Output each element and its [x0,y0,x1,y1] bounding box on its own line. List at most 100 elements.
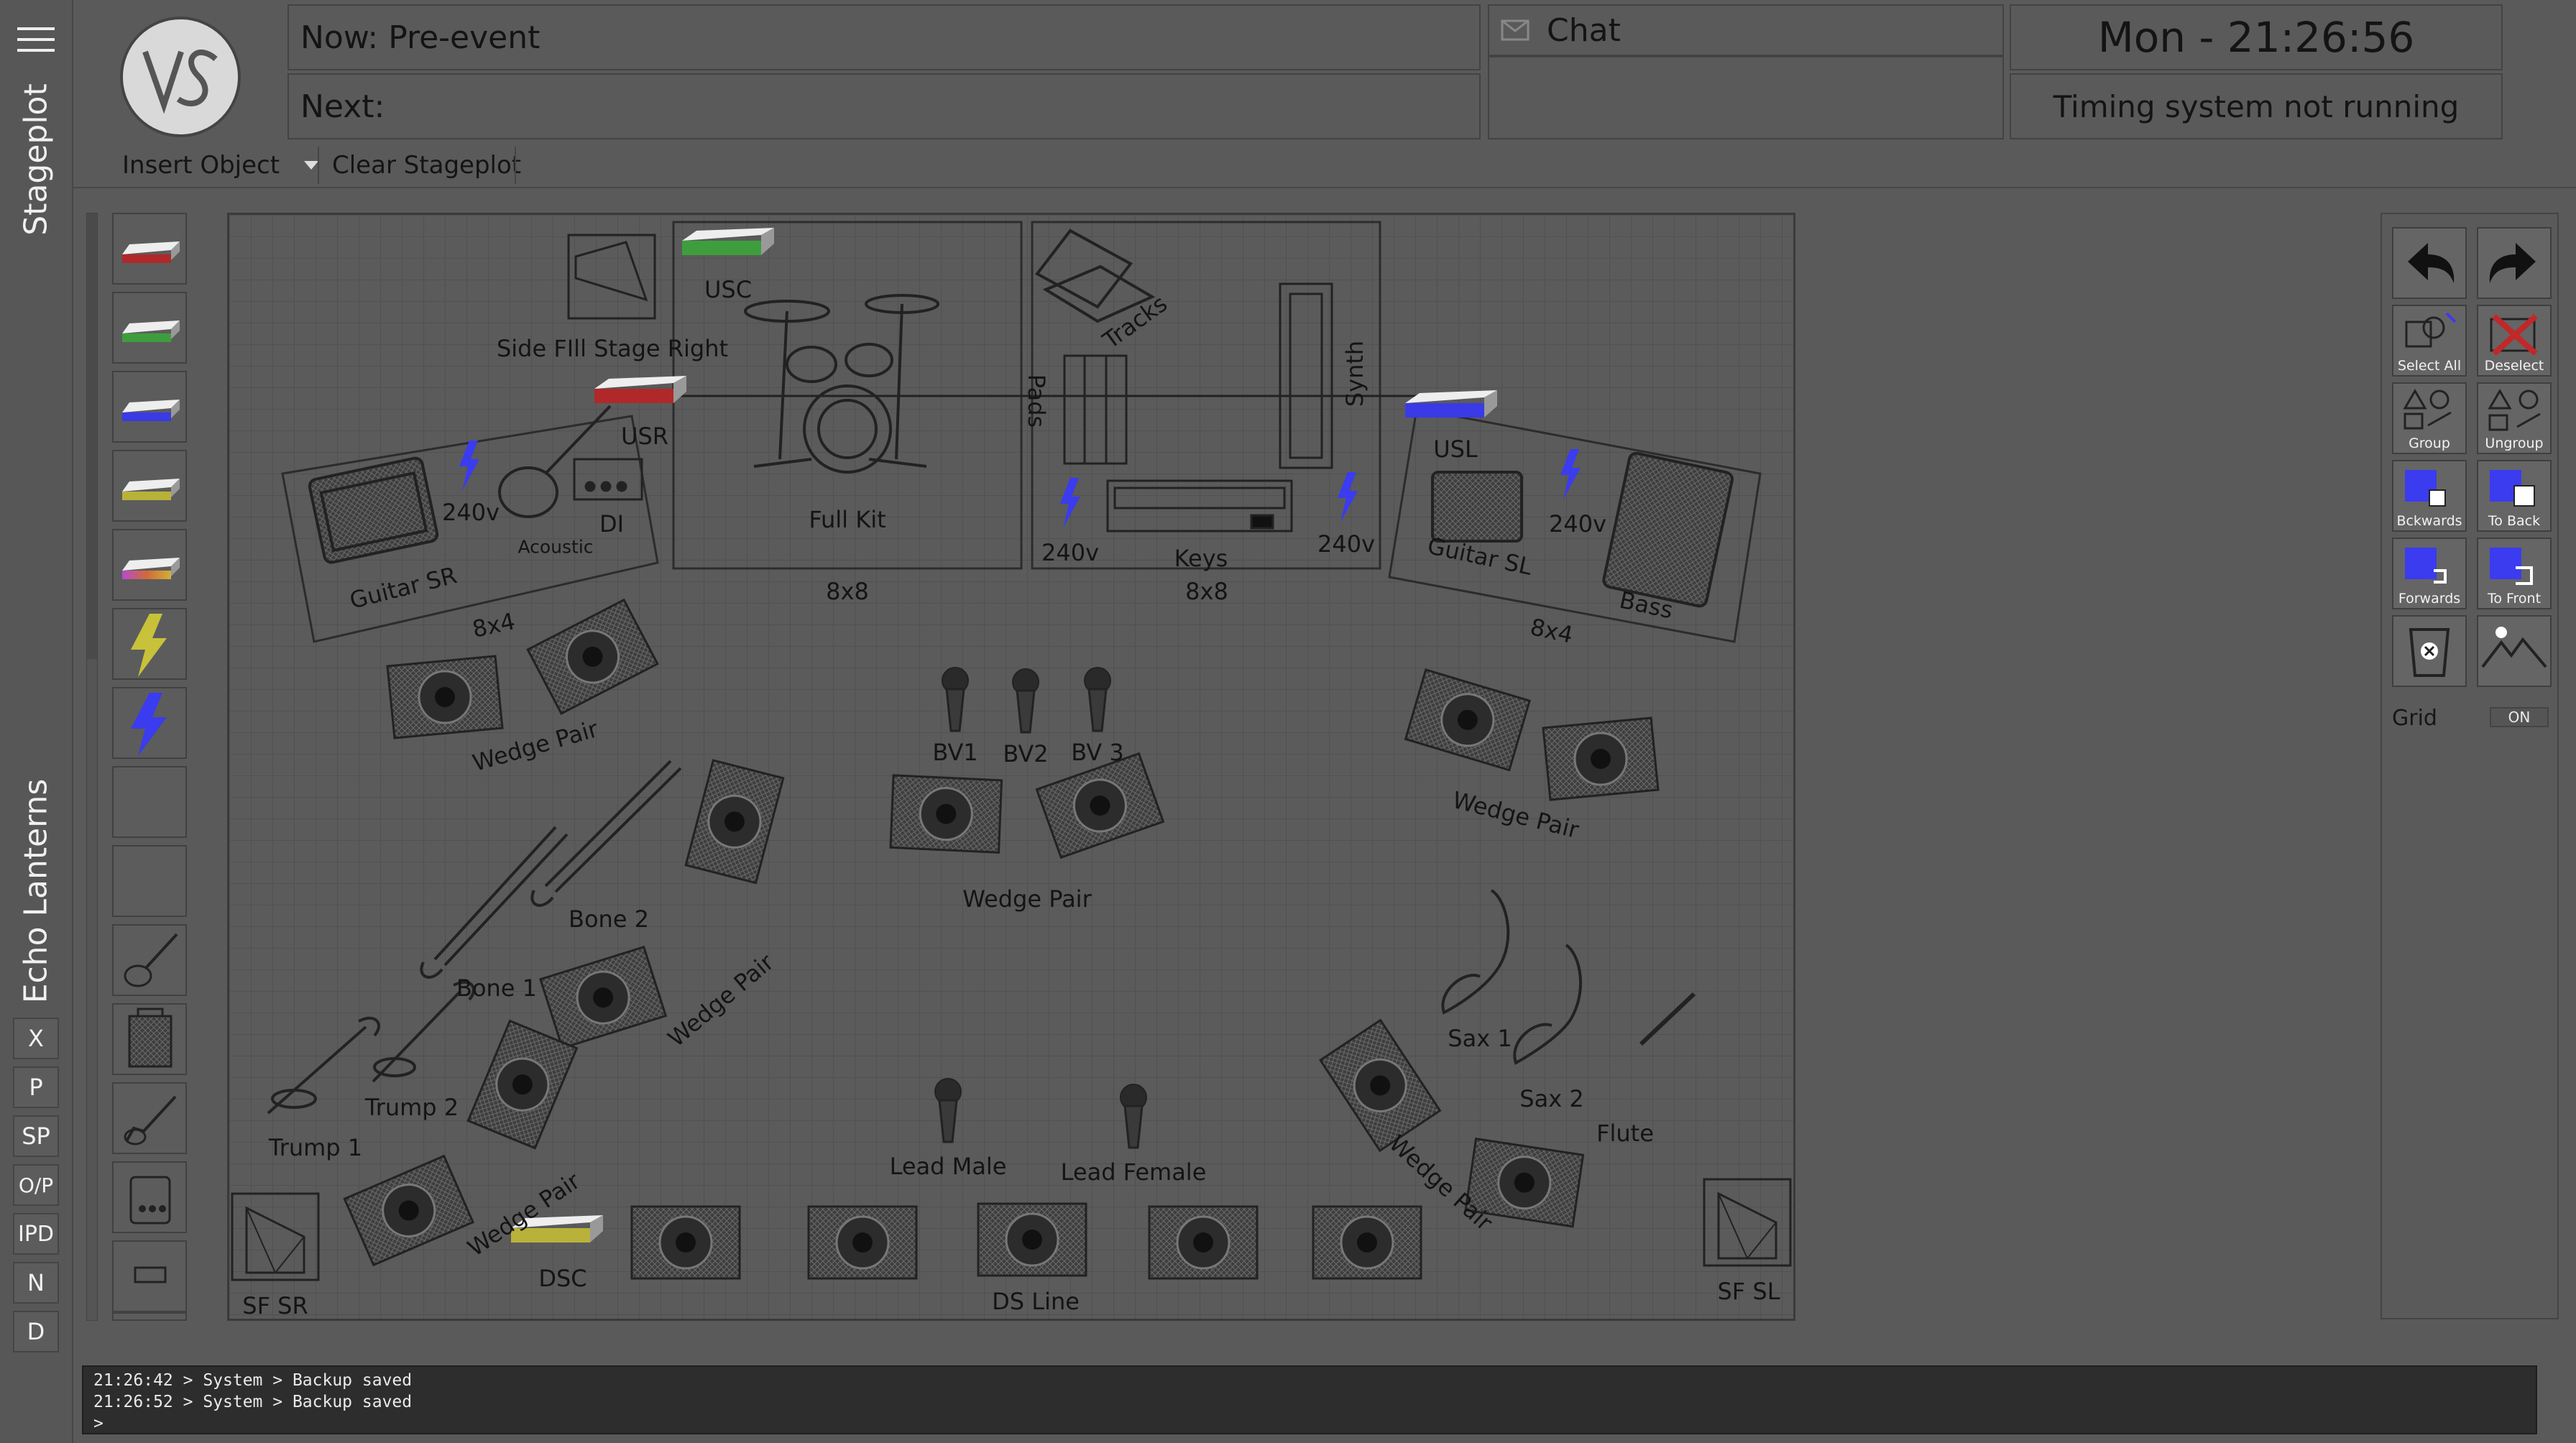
lead-female-mic-icon [1119,1083,1148,1149]
usr-stagebox [594,376,686,403]
full-kit-label: Full Kit [809,506,886,533]
console-line: 21:26:52 > System > Backup saved [93,1393,413,1411]
toolbar-divider [515,147,516,184]
deselect-label: Deselect [2484,358,2544,374]
insert-object-label: Insert Object [122,151,280,180]
sidebar-button-ipd[interactable]: IPD [13,1213,59,1255]
palette-stagebox-blue[interactable] [112,371,187,443]
bv2-mic-icon [1011,668,1040,734]
sf-sr-label: SF SR [242,1292,308,1319]
forwards-button[interactable]: Forwards [2392,538,2467,609]
palette-riser-8x8[interactable] [112,766,187,838]
flute-label: Flute [1596,1120,1654,1147]
power-icon [1338,472,1358,522]
group-button[interactable]: Group [2392,382,2467,454]
ds-line-label: DS Line [992,1288,1080,1315]
redo-button[interactable] [2477,227,2552,299]
bv3-mic-icon [1083,666,1112,732]
palette-acoustic-guitar-icon[interactable] [112,924,187,996]
grid-label: Grid [2392,706,2437,731]
power-label: 240v [1041,539,1100,566]
backwards-button[interactable]: Bckwards [2392,460,2467,532]
to-back-button[interactable]: To Back [2477,460,2552,532]
usc-stagebox [682,228,774,255]
ungroup-icon [2488,389,2541,431]
wedge-icon [675,752,794,891]
select-all-icon [2405,312,2457,348]
delete-button[interactable] [2392,615,2467,687]
group-icon [2403,389,2452,430]
sidebar-button-op[interactable]: O/P [13,1164,59,1206]
palette-di-box-icon[interactable] [112,1161,187,1233]
insert-object-button[interactable]: Insert Object [112,145,328,185]
clear-stageplot-button[interactable]: Clear Stageplot [322,145,531,185]
grid-toggle[interactable]: ON [2490,707,2549,727]
sax-2-icon [1513,944,1583,1065]
console-log[interactable]: 21:26:42 > System > Backup saved 21:26:5… [82,1365,2537,1434]
wedge-pair-label: Wedge Pair [962,885,1092,913]
lead-male-label: Lead Male [889,1153,1007,1180]
redo-icon [2489,243,2536,283]
synth-icon [1279,282,1333,469]
palette-stagebox-red[interactable] [112,213,187,285]
sidebar-button-n[interactable]: N [13,1262,59,1304]
sidebar-button-d[interactable]: D [13,1311,59,1352]
chat-header[interactable]: Chat [1488,4,2004,56]
console-line: 21:26:42 > System > Backup saved [93,1371,413,1390]
wedge-icon [1397,659,1537,781]
drum-kit-icon [744,294,939,474]
sidebar-button-sp[interactable]: SP [13,1115,59,1157]
bv2-label: BV2 [1003,740,1049,767]
palette-bass-guitar-icon[interactable] [112,1082,187,1154]
ds-line-speaker-icon [1312,1205,1422,1280]
usl-label: USL [1433,435,1478,463]
palette-scrollbar[interactable] [86,213,98,1321]
stageplot-tab[interactable]: Stageplot [18,83,55,235]
bv1-label: BV1 [932,739,978,766]
console-prompt: > [93,1414,104,1433]
ds-line-speaker-icon [977,1202,1087,1277]
stage-canvas[interactable]: Side FIll Stage Right USC USR USL DSC Fu… [227,213,1795,1321]
wedge-icon [1315,1014,1445,1157]
undo-button[interactable] [2392,227,2467,299]
tools-panel: Select All Deselect Group Ungroup Bckwar… [2380,213,2559,1319]
guitar-sl-amp-icon [1431,471,1523,543]
select-all-button[interactable]: Select All [2392,305,2467,377]
pads-label: Pads [1023,374,1051,428]
flute-icon [1639,992,1696,1046]
trump-2-label: Trump 2 [364,1094,459,1121]
undo-icon [2408,243,2455,283]
toolbar: Insert Object Clear Stageplot [73,142,2576,188]
ungroup-button[interactable]: Ungroup [2477,382,2552,454]
background-image-button[interactable] [2477,615,2552,687]
palette-rack-icon[interactable] [112,1240,187,1312]
wedge-icon [386,655,504,739]
hamburger-menu-icon[interactable] [17,24,55,53]
palette-stagebox-green[interactable] [112,292,187,364]
backwards-label: Bckwards [2396,513,2462,529]
usc-label: USC [704,276,753,303]
lead-female-label: Lead Female [1060,1158,1207,1186]
chat-panel[interactable] [1488,56,2004,139]
di-label: DI [599,510,625,538]
palette-stagebox-yellow[interactable] [112,450,187,522]
palette-item-partial[interactable] [112,1312,187,1321]
band-name-tab[interactable]: Echo Lanterns [18,779,55,1004]
clock: Mon - 21:26:56 [2010,4,2503,70]
to-front-button[interactable]: To Front [2477,538,2552,609]
sidebar-button-x[interactable]: X [13,1018,59,1059]
deselect-button[interactable]: Deselect [2477,305,2552,377]
palette-riser-8x4[interactable] [112,845,187,917]
deselect-icon [2490,314,2538,356]
palette-power-blue-icon[interactable] [112,687,187,759]
palette-power-yellow-icon[interactable] [112,608,187,680]
envelope-icon [1501,19,1530,41]
synth-label: Synth [1341,340,1369,407]
palette-amp-icon[interactable] [112,1003,187,1075]
trombone-1-icon [420,826,569,979]
image-icon [2481,627,2547,668]
dsc-label: DSC [538,1265,587,1292]
toolbar-divider [318,147,319,184]
palette-stagebox-multi[interactable] [112,529,187,601]
sidebar-button-p[interactable]: P [13,1066,59,1108]
